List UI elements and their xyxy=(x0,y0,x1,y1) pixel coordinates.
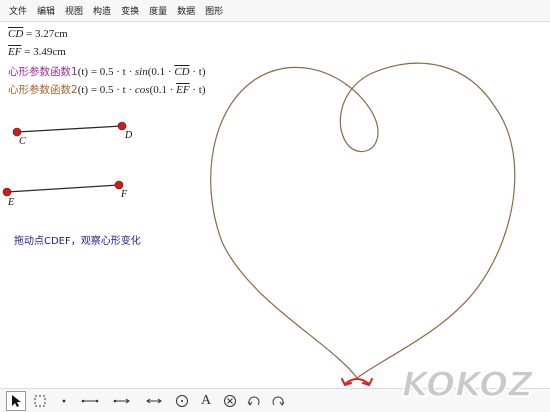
circle-icon xyxy=(176,395,188,407)
point-f[interactable] xyxy=(114,180,124,190)
ray-icon xyxy=(113,398,130,404)
watermark-text: KOKOZ xyxy=(402,365,534,405)
menu-transform[interactable]: 变换 xyxy=(116,4,144,17)
menu-bar: 文件 编辑 视图 构造 变换 度量 数据 图形 xyxy=(0,0,550,22)
undo-icon xyxy=(247,396,260,406)
rect-select-tool[interactable] xyxy=(30,391,50,411)
label-f: F xyxy=(120,189,128,200)
label-e: E xyxy=(7,197,14,208)
line-icon xyxy=(146,398,162,404)
sketch-canvas[interactable]: C D E F xyxy=(0,22,550,388)
point-icon xyxy=(62,399,66,403)
ray-tool[interactable] xyxy=(112,391,132,411)
undo-button[interactable] xyxy=(244,391,264,411)
redo-button[interactable] xyxy=(268,391,288,411)
point-c[interactable] xyxy=(12,127,22,137)
point-d[interactable] xyxy=(117,121,127,131)
label-c: C xyxy=(19,136,26,147)
custom-tool-icon xyxy=(224,395,236,407)
circle-tool[interactable] xyxy=(172,391,192,411)
arrow-select-tool[interactable] xyxy=(6,391,26,411)
menu-measure[interactable]: 度量 xyxy=(144,4,172,17)
marquee-icon xyxy=(34,395,46,407)
menu-construct[interactable]: 构造 xyxy=(88,4,116,17)
text-tool[interactable]: A xyxy=(196,391,216,411)
drag-arrow-icon[interactable] xyxy=(341,378,373,387)
line-tool[interactable] xyxy=(144,391,164,411)
segment-tool[interactable] xyxy=(80,391,100,411)
redo-icon xyxy=(272,396,285,406)
segment-cd[interactable] xyxy=(16,125,123,133)
point-tool[interactable] xyxy=(54,391,74,411)
segment-ef[interactable] xyxy=(6,184,120,193)
menu-view[interactable]: 视图 xyxy=(60,4,88,17)
label-d: D xyxy=(124,130,133,141)
menu-file[interactable]: 文件 xyxy=(4,4,32,17)
point-e[interactable] xyxy=(2,187,12,197)
menu-graph[interactable]: 图形 xyxy=(200,4,228,17)
instruction-text: 拖动点CDEF，观察心形变化 xyxy=(14,236,141,247)
menu-data[interactable]: 数据 xyxy=(172,4,200,17)
segment-icon xyxy=(81,399,99,403)
custom-tool[interactable] xyxy=(220,391,240,411)
heart-curve[interactable] xyxy=(210,62,516,379)
watermark-logo: KOKOZ xyxy=(401,364,535,406)
arrow-icon xyxy=(12,395,21,407)
menu-edit[interactable]: 编辑 xyxy=(32,4,60,17)
